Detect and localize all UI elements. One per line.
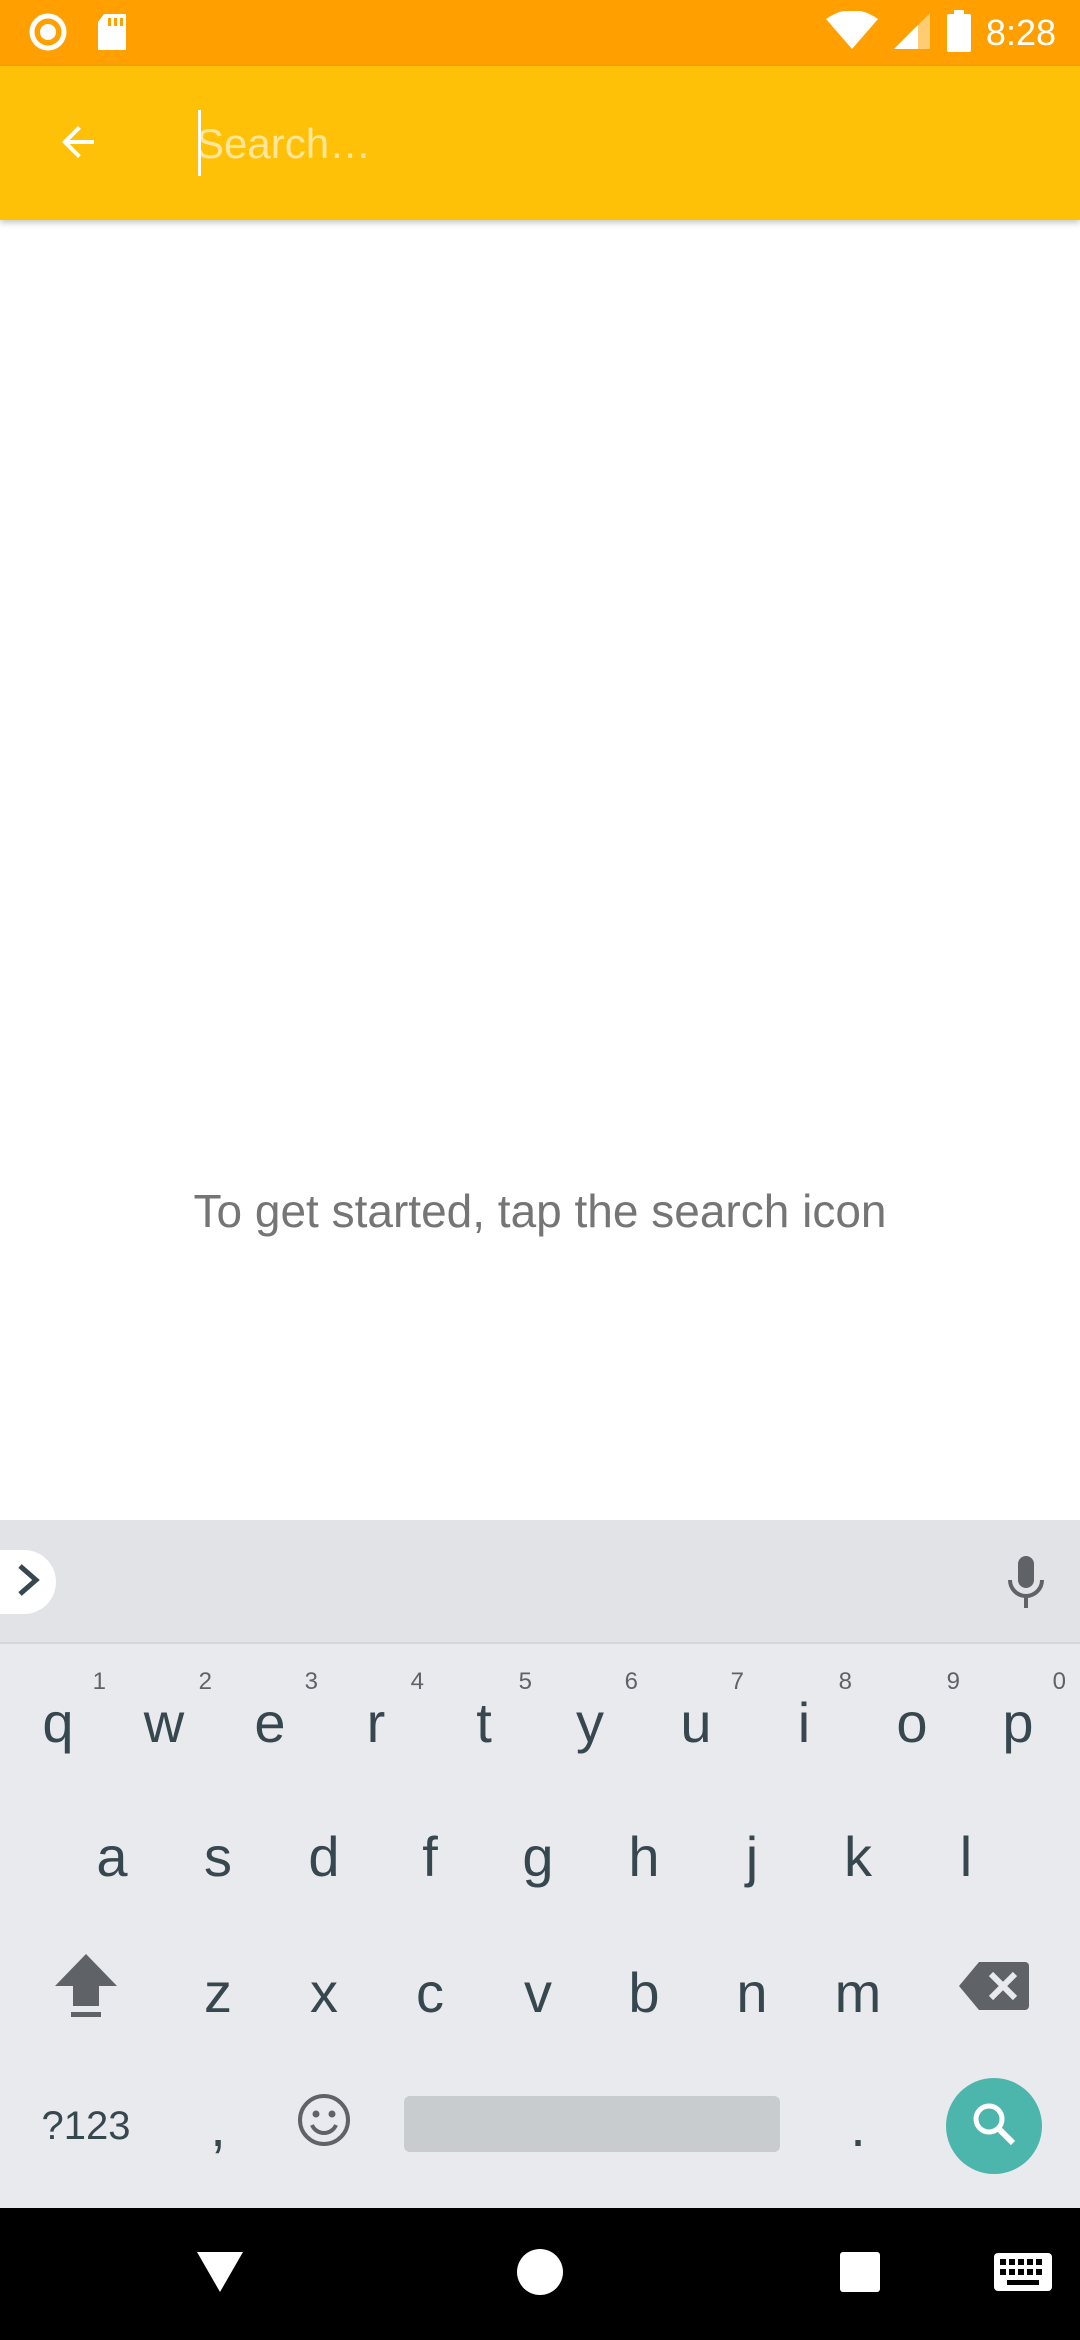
nav-recents-icon xyxy=(839,2251,881,2298)
empty-state-hint: To get started, tap the search icon xyxy=(193,1185,887,1237)
key-c[interactable]: c xyxy=(380,1932,480,2052)
key-s[interactable]: s xyxy=(168,1796,268,1916)
search-app-bar xyxy=(0,66,1080,220)
soft-keyboard: q1 w2 e3 r4 t5 y6 u7 i8 o9 p0 a s d f g … xyxy=(0,1520,1080,2208)
backspace-icon xyxy=(959,1960,1029,2025)
key-comma[interactable]: , xyxy=(168,2066,268,2186)
key-u[interactable]: u7 xyxy=(646,1662,746,1782)
key-x[interactable]: x xyxy=(274,1932,374,2052)
key-o[interactable]: o9 xyxy=(862,1662,962,1782)
emoji-icon xyxy=(296,2092,352,2161)
key-h[interactable]: h xyxy=(594,1796,694,1916)
key-d[interactable]: d xyxy=(274,1796,374,1916)
expand-toolbar-button[interactable] xyxy=(0,1550,56,1614)
key-n[interactable]: n xyxy=(702,1932,802,2052)
key-e[interactable]: e3 xyxy=(220,1662,320,1782)
key-a[interactable]: a xyxy=(62,1796,162,1916)
nav-home-button[interactable] xyxy=(504,2238,576,2310)
status-bar: 8:28 xyxy=(0,0,1080,66)
key-b[interactable]: b xyxy=(594,1932,694,2052)
back-button[interactable] xyxy=(40,106,116,182)
space-key[interactable] xyxy=(404,2096,780,2152)
nav-home-icon xyxy=(516,2248,564,2301)
search-icon xyxy=(970,2100,1018,2153)
key-period[interactable]: . xyxy=(808,2066,908,2186)
key-i[interactable]: i8 xyxy=(754,1662,854,1782)
nav-recents-button[interactable] xyxy=(824,2238,896,2310)
key-j[interactable]: j xyxy=(702,1796,802,1916)
suggestion-strip xyxy=(0,1520,1080,1644)
symbols-key[interactable]: ?123 xyxy=(36,2066,136,2186)
shift-icon xyxy=(51,1950,121,2035)
wifi-icon xyxy=(825,9,878,56)
key-w[interactable]: w2 xyxy=(114,1662,214,1782)
key-p[interactable]: p0 xyxy=(968,1662,1068,1782)
key-f[interactable]: f xyxy=(380,1796,480,1916)
key-z[interactable]: z xyxy=(168,1932,268,2052)
key-t[interactable]: t5 xyxy=(434,1662,534,1782)
key-m[interactable]: m xyxy=(808,1932,908,2052)
back-arrow-icon xyxy=(54,118,102,171)
search-action-key[interactable] xyxy=(946,2078,1042,2174)
emoji-key[interactable] xyxy=(274,2066,374,2186)
cellular-signal-icon xyxy=(892,11,932,56)
search-input[interactable] xyxy=(196,112,1036,176)
shift-key[interactable] xyxy=(36,1932,136,2052)
key-g[interactable]: g xyxy=(488,1796,588,1916)
chevron-right-icon xyxy=(14,1563,42,1602)
sd-card-icon xyxy=(96,12,128,57)
nav-back-icon xyxy=(197,2251,243,2297)
key-r[interactable]: r4 xyxy=(326,1662,426,1782)
text-cursor xyxy=(198,110,201,176)
key-y[interactable]: y6 xyxy=(540,1662,640,1782)
keyboard-switch-button[interactable] xyxy=(988,2238,1058,2310)
voice-input-button[interactable] xyxy=(1006,1556,1046,1615)
nav-back-button[interactable] xyxy=(184,2238,256,2310)
keyboard-icon xyxy=(993,2252,1053,2297)
key-k[interactable]: k xyxy=(808,1796,908,1916)
key-v[interactable]: v xyxy=(488,1932,588,2052)
navigation-bar xyxy=(0,2208,1080,2340)
backspace-key[interactable] xyxy=(944,1932,1044,2052)
key-q[interactable]: q1 xyxy=(8,1662,108,1782)
key-l[interactable]: l xyxy=(916,1796,1016,1916)
battery-icon xyxy=(946,9,972,57)
status-time: 8:28 xyxy=(985,12,1056,53)
mic-icon xyxy=(1006,1556,1046,1614)
notification-dot-icon xyxy=(28,12,68,57)
